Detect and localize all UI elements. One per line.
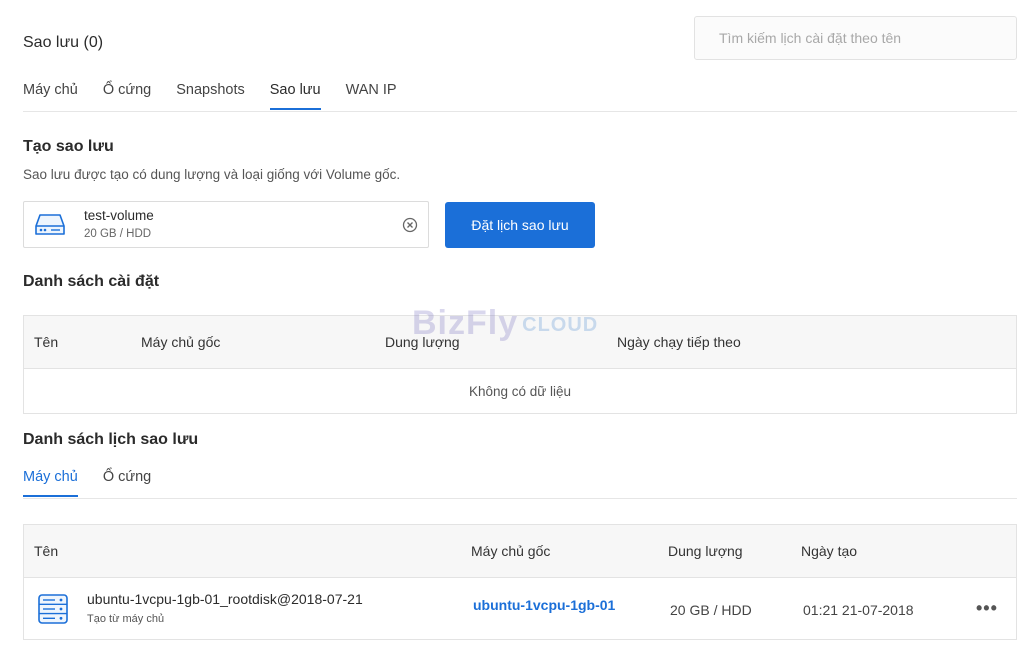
column-header-size: Dung lượng <box>385 334 460 350</box>
table-row[interactable]: ubuntu-1vcpu-1gb-01_rootdisk@2018-07-21 … <box>24 578 1016 640</box>
settings-list-title: Danh sách cài đặt <box>23 273 160 290</box>
main-tabs: Máy chủ Ổ cứng Snapshots Sao lưu WAN IP <box>23 82 422 110</box>
page-title: Sao lưu (0) <box>23 34 104 51</box>
tab-snapshots[interactable]: Snapshots <box>176 82 245 110</box>
settings-table-header: Tên Máy chủ gốc Dung lượng Ngày chạy tiế… <box>24 316 1016 369</box>
tabs-divider <box>23 111 1017 112</box>
tab-schedule-disks[interactable]: Ổ cứng <box>103 469 151 497</box>
column-header-next-run: Ngày chạy tiếp theo <box>617 334 741 350</box>
column-header-origin-server: Máy chủ gốc <box>471 543 551 559</box>
volume-selector[interactable]: test-volume 20 GB / HDD <box>23 201 429 248</box>
create-backup-title: Tạo sao lưu <box>23 138 114 155</box>
server-icon <box>37 593 69 630</box>
volume-info: 20 GB / HDD <box>84 228 152 240</box>
settings-table: Tên Máy chủ gốc Dung lượng Ngày chạy tiế… <box>23 315 1017 414</box>
tab-servers[interactable]: Máy chủ <box>23 82 78 110</box>
column-header-origin-server: Máy chủ gốc <box>141 334 221 350</box>
search-box[interactable] <box>694 16 1017 60</box>
backup-subtitle: Tạo từ máy chủ <box>87 613 165 625</box>
tab-schedule-servers[interactable]: Máy chủ <box>23 469 78 497</box>
schedule-table: Tên Máy chủ gốc Dung lượng Ngày tạo ubun… <box>23 524 1017 640</box>
column-header-created: Ngày tạo <box>801 543 858 559</box>
column-header-size: Dung lượng <box>668 543 743 559</box>
backup-size: 20 GB / HDD <box>670 602 752 618</box>
search-input[interactable] <box>695 17 1016 59</box>
create-backup-description: Sao lưu được tạo có dung lượng và loại g… <box>23 167 401 182</box>
schedule-list-title: Danh sách lịch sao lưu <box>23 431 199 448</box>
tab-disks[interactable]: Ổ cứng <box>103 82 151 110</box>
backup-created: 01:21 21-07-2018 <box>803 602 914 618</box>
schedule-table-header: Tên Máy chủ gốc Dung lượng Ngày tạo <box>24 525 1016 578</box>
more-horizontal-icon[interactable]: ••• <box>976 598 998 619</box>
clear-icon[interactable] <box>402 217 418 238</box>
volume-name: test-volume <box>84 208 154 223</box>
hard-disk-icon <box>34 212 66 243</box>
backup-name: ubuntu-1vcpu-1gb-01_rootdisk@2018-07-21 <box>87 591 363 607</box>
column-header-name: Tên <box>34 334 59 350</box>
schedule-backup-button[interactable]: Đặt lịch sao lưu <box>445 202 595 248</box>
schedule-tabs-divider <box>23 498 1017 499</box>
tab-backups[interactable]: Sao lưu <box>269 82 321 110</box>
origin-server-link[interactable]: ubuntu-1vcpu-1gb-01 <box>473 597 615 613</box>
schedule-tabs: Máy chủ Ổ cứng <box>23 469 176 497</box>
empty-state: Không có dữ liệu <box>468 384 572 399</box>
tab-wan-ip[interactable]: WAN IP <box>346 82 397 110</box>
column-header-name: Tên <box>34 543 59 559</box>
